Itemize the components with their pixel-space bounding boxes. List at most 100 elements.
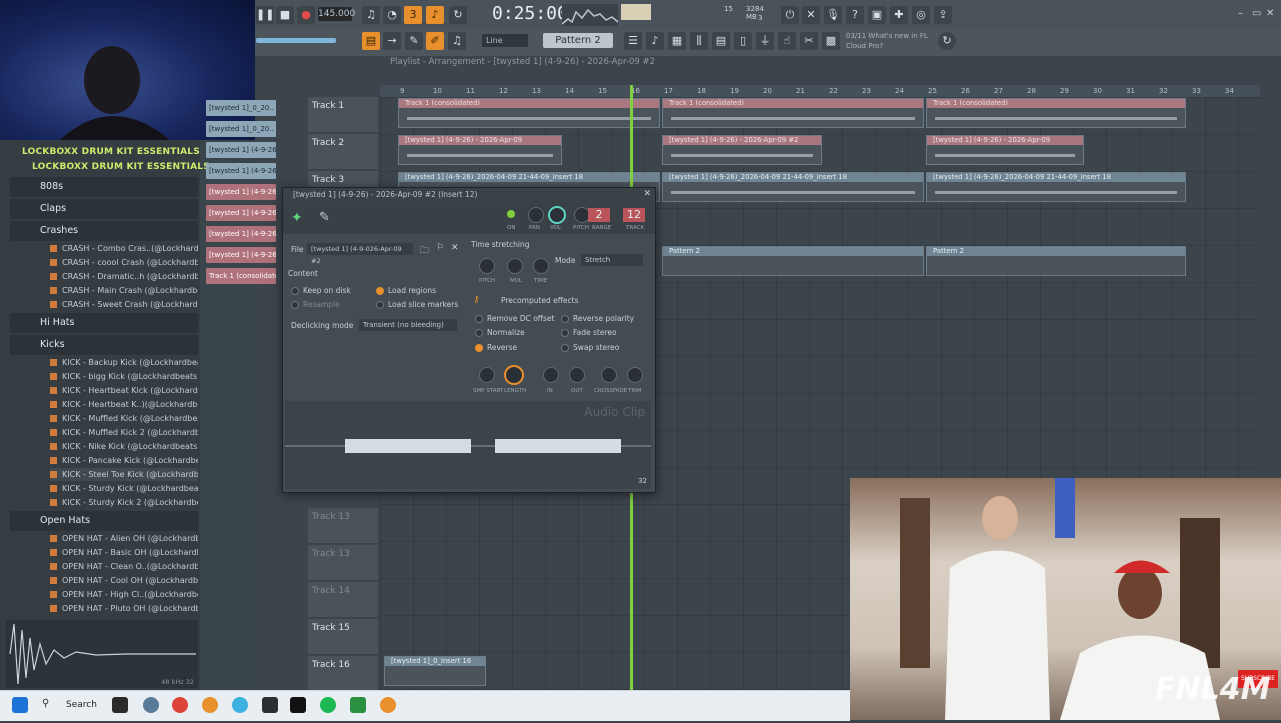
master-volume-slider[interactable] <box>256 38 336 43</box>
clip-source[interactable]: [twysted 1]_0_20.. <box>206 100 276 116</box>
track-header[interactable]: Track 13 <box>308 545 378 581</box>
audio-clip[interactable]: [twysted 1] (4-9-26) - 2026-Apr-09 #2 <box>662 135 822 165</box>
refresh-icon[interactable]: ↻ <box>938 32 956 50</box>
channel-rack-icon[interactable]: ▦ <box>668 32 686 50</box>
stretch-time-knob[interactable] <box>533 258 549 274</box>
chrome-icon[interactable] <box>172 697 188 713</box>
folder-open-hats[interactable]: Open Hats <box>10 511 198 531</box>
pattern-clip[interactable]: Pattern 2 <box>662 246 924 276</box>
news-ticker[interactable]: 03/11 What's new in FL Cloud Pro? <box>846 31 936 53</box>
touch-icon[interactable]: ☝ <box>778 32 796 50</box>
folder-kicks[interactable]: Kicks <box>10 335 198 355</box>
sample-item[interactable]: KICK - Backup Kick (@Lockhardbeats) <box>50 356 198 369</box>
pan-knob[interactable] <box>528 207 544 223</box>
sample-item[interactable]: KICK - bigg Kick (@Lockhardbeats) <box>50 370 198 383</box>
clip-source[interactable]: Track 1 (consolidated) <box>206 268 276 284</box>
pencil-icon[interactable]: ✎ <box>405 32 423 50</box>
trim-knob[interactable] <box>627 367 643 383</box>
step-edit-icon[interactable]: ♪ <box>426 6 444 24</box>
resample-option[interactable]: Resample <box>291 300 340 309</box>
pause-icon[interactable]: ❚❚ <box>256 6 274 24</box>
tag-icon[interactable]: ⚐ <box>436 243 444 253</box>
live-icon[interactable] <box>290 697 306 713</box>
metronome-icon[interactable]: ♫ <box>362 6 380 24</box>
arrow-right-icon[interactable]: → <box>383 32 401 50</box>
sample-item[interactable]: CRASH - coool Crash (@Lockhardbeats) <box>50 256 198 269</box>
sample-item[interactable]: KICK - Heartbeat K..)(@Lockhardbeats) <box>50 398 198 411</box>
sample-item[interactable]: OPEN HAT - High Cl..(@Lockhardbeats) <box>50 588 198 601</box>
pattern-selector[interactable]: Pattern 2 <box>543 33 613 48</box>
track-header[interactable]: Track 2 <box>308 134 378 170</box>
waveform-tab-icon[interactable]: ✦ <box>291 210 303 226</box>
close-icon[interactable]: ✕ <box>1266 8 1274 19</box>
on-led[interactable] <box>507 210 515 218</box>
stretch-pitch-knob[interactable] <box>479 258 495 274</box>
sample-item[interactable]: CRASH - Main Crash (@Lockhardbeats) <box>50 284 198 297</box>
sample-item[interactable]: KICK - Sturdy Kick 2 (@Lockhardbeats) <box>50 496 198 509</box>
audio-clip[interactable]: [twysted 1]_0_Insert 16 <box>384 656 486 686</box>
grid-icon[interactable]: ▩ <box>822 32 840 50</box>
length-knob[interactable] <box>504 365 524 385</box>
save-icon[interactable]: ▣ <box>868 6 886 24</box>
declicking-select[interactable]: Transient (no bleeding) <box>359 319 457 331</box>
fl-studio-icon[interactable] <box>202 697 218 713</box>
browser-subheader[interactable]: LOCKBOXX DRUM KIT ESSENTIALS <box>32 162 210 172</box>
fx-swap-stereo[interactable]: Swap stereo <box>561 343 619 352</box>
mode-select[interactable]: Stretch <box>581 254 643 266</box>
browser-icon[interactable]: ▤ <box>712 32 730 50</box>
audio-clip[interactable]: [twysted 1] (4-9-26)_2026-04-09 21-44-09… <box>926 172 1186 202</box>
fx-normalize[interactable]: Normalize <box>475 328 525 337</box>
smp-start-knob[interactable] <box>479 367 495 383</box>
sample-item[interactable]: OPEN HAT - Basic OH (@Lockhardbeats) <box>50 546 198 559</box>
app-icon[interactable] <box>262 697 278 713</box>
mixer-icon[interactable]: ✕ <box>802 6 820 24</box>
file-icon[interactable]: ▯ <box>734 32 752 50</box>
crossfade-knob[interactable] <box>601 367 617 383</box>
audio-clip[interactable]: Track 1 (consolidated) <box>398 98 660 128</box>
audio-clip[interactable]: Track 1 (consolidated) <box>662 98 924 128</box>
windows-start-icon[interactable] <box>12 697 28 713</box>
stretch-mul-knob[interactable] <box>507 258 523 274</box>
sample-item[interactable]: CRASH - Combo Cras..(@Lockhardbeats) <box>50 242 198 255</box>
spotify-icon[interactable] <box>320 697 336 713</box>
snap-icon[interactable]: ▤ <box>362 32 380 50</box>
fx-fade-stereo[interactable]: Fade stereo <box>561 328 617 337</box>
sample-item[interactable]: OPEN HAT - Clean O..(@Lockhardbeats) <box>50 560 198 573</box>
clip-source[interactable]: [twysted 1] (4-9-26)_20.. <box>206 142 276 158</box>
sample-item[interactable]: KICK - Muffled Kick (@Lockhardbeats) <box>50 412 198 425</box>
track-header[interactable]: Track 14 <box>308 582 378 618</box>
search-icon[interactable]: ⚲ <box>42 698 49 709</box>
sample-item[interactable]: KICK - Heartbeat Kick (@Lockhardbeats) <box>50 384 198 397</box>
audio-clip[interactable]: Track 1 (consolidated) <box>926 98 1186 128</box>
clip-source[interactable]: [twysted 1] (4-9-26).. <box>206 184 276 200</box>
playlist-icon[interactable]: ☰ <box>624 32 642 50</box>
sample-item[interactable]: KICK - Muffled Kick 2 (@Lockhardbeats) <box>50 426 198 439</box>
browser-icon[interactable] <box>232 697 248 713</box>
clip-source[interactable]: [twysted 1] (4-9-26).. <box>206 247 276 263</box>
mixer-toolbar-icon[interactable]: ⫼ <box>690 32 708 50</box>
folder-icon[interactable]: 🗀 <box>420 243 429 259</box>
record-icon[interactable]: ● <box>297 6 315 24</box>
folder-claps[interactable]: Claps <box>10 199 198 219</box>
maximize-icon[interactable]: ▭ <box>1252 8 1261 19</box>
audio-clip[interactable]: [twysted 1] (4-9-26) - 2026-Apr-09 <box>926 135 1084 165</box>
paint-icon[interactable]: ✐ <box>426 32 444 50</box>
sample-item[interactable]: OPEN HAT - Cool OH (@Lockhardbeats) <box>50 574 198 587</box>
track-header[interactable]: Track 1 <box>308 97 378 133</box>
track-header[interactable]: Track 13 <box>308 508 378 544</box>
clip-source[interactable]: [twysted 1] (4-9-26).. <box>206 226 276 242</box>
clip-source[interactable]: [twysted 1] (4-9-26).. <box>206 205 276 221</box>
app2-icon[interactable] <box>350 697 366 713</box>
mic-icon[interactable]: 🎙 <box>824 6 842 24</box>
fx-remove-dc[interactable]: Remove DC offset <box>475 314 554 323</box>
clip-source[interactable]: [twysted 1] (4-9-26).. <box>206 163 276 179</box>
sample-item[interactable]: OPEN HAT - Pluto OH (@Lockhardbeats) <box>50 602 198 615</box>
settings-icon[interactable] <box>143 697 159 713</box>
file-field[interactable]: [twysted 1] (4-9-026-Apr-09 #2 <box>307 243 413 265</box>
fx-reverse-polarity[interactable]: Reverse polarity <box>561 314 634 323</box>
window-close-icon[interactable]: ✕ <box>643 189 651 199</box>
load-slice-markers-option[interactable]: Load slice markers <box>376 300 458 309</box>
tool-icon[interactable]: ✂ <box>800 32 818 50</box>
sample-item[interactable]: KICK - Pancake Kick (@Lockhardbeats) <box>50 454 198 467</box>
out-knob[interactable] <box>569 367 585 383</box>
